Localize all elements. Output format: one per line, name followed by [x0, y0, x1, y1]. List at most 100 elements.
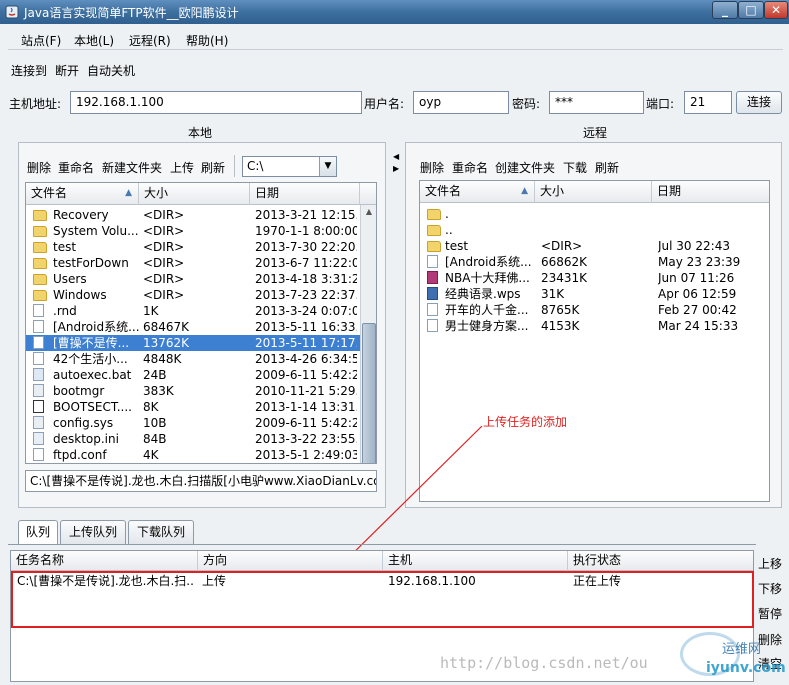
- remote-file-row[interactable]: test <DIR> Jul 30 22:43: [420, 238, 769, 254]
- local-upload-button[interactable]: 上传: [170, 159, 194, 176]
- local-file-row[interactable]: test <DIR> 2013-7-30 22:20...: [26, 239, 360, 255]
- file-date: 2013-4-26 6:34:58: [255, 352, 357, 366]
- local-file-row[interactable]: System Volu... <DIR> 1970-1-1 8:00:00: [26, 223, 360, 239]
- local-file-row[interactable]: testForDown <DIR> 2013-6-7 11:22:06: [26, 255, 360, 271]
- queue-col-status[interactable]: 执行状态: [568, 551, 753, 571]
- file-size: <DIR>: [143, 272, 185, 286]
- local-new-folder-button[interactable]: 新建文件夹: [102, 159, 162, 176]
- port-label: 端口:: [646, 97, 675, 111]
- file-date: 2013-6-7 11:22:06: [255, 256, 357, 270]
- file-size: 10B: [143, 416, 167, 430]
- local-file-row[interactable]: ftpd.conf 4K 2013-5-1 2:49:03: [26, 447, 360, 463]
- menu-site[interactable]: 站点(F): [21, 32, 61, 49]
- file-size: <DIR>: [143, 208, 185, 222]
- queue-col-task[interactable]: 任务名称: [11, 551, 198, 571]
- local-file-row[interactable]: .rnd 1K 2013-3-24 0:07:06: [26, 303, 360, 319]
- remote-col-name[interactable]: 文件名 ▲: [420, 181, 535, 203]
- disconnect-link[interactable]: 断开: [55, 62, 79, 79]
- maximize-button[interactable]: □: [738, 1, 764, 19]
- local-file-row[interactable]: Users <DIR> 2013-4-18 3:31:24: [26, 271, 360, 287]
- port-input[interactable]: 21: [684, 91, 732, 114]
- connect-button[interactable]: 连接: [736, 91, 782, 114]
- remote-col-date[interactable]: 日期: [652, 181, 769, 203]
- remote-file-row[interactable]: ..: [420, 222, 769, 238]
- binary-file-icon: [33, 400, 44, 413]
- wps-file-icon: [427, 287, 438, 300]
- local-file-row[interactable]: Windows <DIR> 2013-7-23 22:37...: [26, 287, 360, 303]
- move-up-button[interactable]: 上移: [758, 555, 782, 572]
- remote-file-row[interactable]: .: [420, 206, 769, 222]
- move-down-button[interactable]: 下移: [758, 580, 782, 597]
- tab-upload-queue[interactable]: 上传队列: [60, 520, 126, 544]
- menu-bar: 站点(F) 本地(L) 远程(R) 帮助(H): [8, 26, 783, 50]
- queue-table-header: 任务名称 方向 主机 执行状态: [11, 551, 753, 571]
- document-icon: [33, 336, 44, 349]
- remote-download-button[interactable]: 下载: [563, 159, 587, 176]
- folder-icon: [33, 226, 47, 237]
- local-delete-button[interactable]: 删除: [27, 159, 51, 176]
- remote-file-row[interactable]: [Android系统... 66862K May 23 23:39: [420, 254, 769, 270]
- auto-shutdown-link[interactable]: 自动关机: [87, 62, 135, 79]
- pause-button[interactable]: 暂停: [758, 605, 782, 622]
- delete-task-button[interactable]: 删除: [758, 631, 782, 648]
- local-refresh-button[interactable]: 刷新: [201, 159, 225, 176]
- local-file-row[interactable]: bootmgr 383K 2010-11-21 5:29...: [26, 383, 360, 399]
- drive-select-value: C:\: [247, 159, 264, 173]
- remote-file-row[interactable]: 男士健身方案... 4153K Mar 24 15:33: [420, 318, 769, 334]
- file-size: 66862K: [541, 255, 588, 269]
- local-file-row[interactable]: 42个生活小... 4848K 2013-4-26 6:34:58: [26, 351, 360, 367]
- splitter-left-arrow-icon[interactable]: ◀: [393, 152, 399, 161]
- password-input[interactable]: ***: [549, 91, 644, 114]
- scroll-up-icon[interactable]: ▲: [361, 207, 376, 216]
- local-file-row[interactable]: [曹操不是传... 13762K 2013-5-11 17:17...: [26, 335, 360, 351]
- local-col-name[interactable]: 文件名 ▲: [26, 183, 139, 205]
- queue-col-host[interactable]: 主机: [383, 551, 568, 571]
- tab-queue[interactable]: 队列: [18, 520, 58, 544]
- menu-remote[interactable]: 远程(R): [129, 32, 171, 49]
- local-file-row[interactable]: autoexec.bat 24B 2009-6-11 5:42:20: [26, 367, 360, 383]
- file-size: 8K: [143, 400, 159, 414]
- file-date: 2010-11-21 5:29...: [255, 384, 357, 398]
- file-size: 1K: [143, 304, 159, 318]
- local-col-name-label: 文件名: [31, 186, 68, 200]
- menu-local[interactable]: 本地(L): [74, 32, 114, 49]
- menu-help[interactable]: 帮助(H): [186, 32, 228, 49]
- file-name: [Android系统...: [53, 320, 140, 334]
- user-input[interactable]: oyp: [413, 91, 509, 114]
- local-file-row[interactable]: [Android系统... 68467K 2013-5-11 16:33...: [26, 319, 360, 335]
- remote-rename-button[interactable]: 重命名: [452, 159, 488, 176]
- local-file-row[interactable]: desktop.ini 84B 2013-3-22 23:55...: [26, 431, 360, 447]
- chevron-down-icon[interactable]: ▼: [319, 157, 336, 176]
- remote-col-size[interactable]: 大小: [535, 181, 652, 203]
- local-col-date[interactable]: 日期: [250, 183, 360, 205]
- local-file-row[interactable]: Recovery <DIR> 2013-3-21 12:15...: [26, 207, 360, 223]
- minimize-button[interactable]: _: [712, 1, 738, 19]
- sort-asc-icon: ▲: [521, 186, 528, 196]
- host-input[interactable]: 192.168.1.100: [70, 91, 362, 114]
- file-name: test: [53, 240, 77, 254]
- drive-select[interactable]: C:\ ▼: [242, 156, 337, 177]
- remote-create-folder-button[interactable]: 创建文件夹: [495, 159, 555, 176]
- remote-file-row[interactable]: 经典语录.wps 31K Apr 06 12:59: [420, 286, 769, 302]
- site-watermark-en: iyunv.com: [706, 660, 786, 676]
- local-col-size[interactable]: 大小: [139, 183, 250, 205]
- tab-download-queue[interactable]: 下载队列: [128, 520, 194, 544]
- local-file-row[interactable]: BOOTSECT.... 8K 2013-1-14 13:31...: [26, 399, 360, 415]
- remote-file-row[interactable]: NBA十大拜佛... 23431K Jun 07 11:26: [420, 270, 769, 286]
- file-size: 31K: [541, 287, 565, 301]
- splitter-right-arrow-icon[interactable]: ▶: [393, 164, 399, 173]
- local-file-row[interactable]: config.sys 10B 2009-6-11 5:42:20: [26, 415, 360, 431]
- file-date: Apr 06 12:59: [658, 287, 737, 301]
- file-size: <DIR>: [143, 240, 185, 254]
- folder-icon: [33, 274, 47, 285]
- remote-refresh-button[interactable]: 刷新: [595, 159, 619, 176]
- local-rename-button[interactable]: 重命名: [58, 159, 94, 176]
- queue-col-direction[interactable]: 方向: [198, 551, 383, 571]
- connect-to-link[interactable]: 连接到: [11, 62, 47, 79]
- file-size: 84B: [143, 432, 167, 446]
- close-button[interactable]: ✕: [764, 1, 788, 19]
- file-date: 2013-3-21 12:15...: [255, 208, 357, 222]
- remote-delete-button[interactable]: 删除: [420, 159, 444, 176]
- file-date: Jul 30 22:43: [658, 239, 730, 253]
- remote-file-row[interactable]: 开车的人千金... 8765K Feb 27 00:42: [420, 302, 769, 318]
